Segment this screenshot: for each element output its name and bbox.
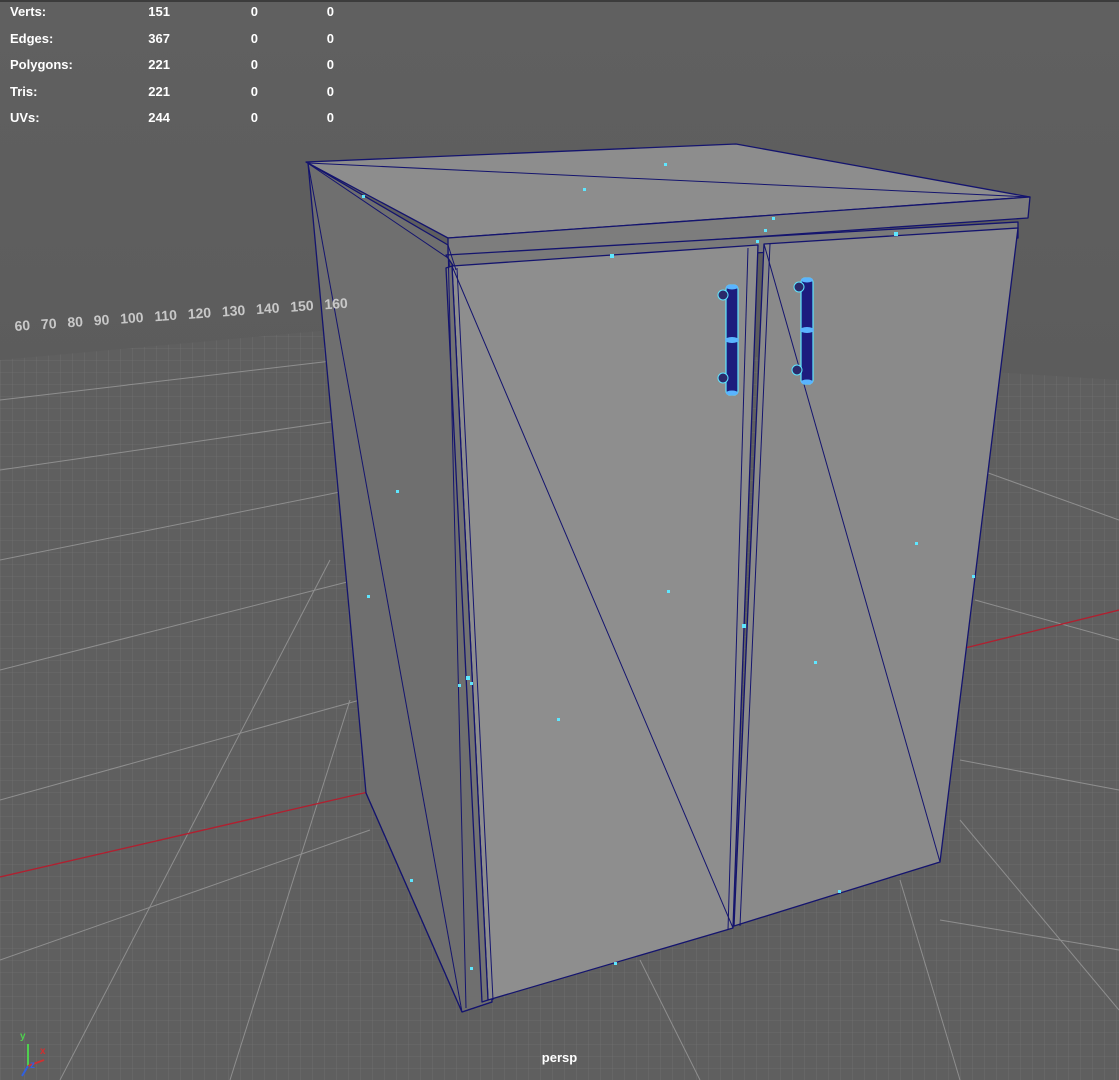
hud-value: 0 [326,83,334,99]
hud-label: Edges: [10,30,54,46]
hud-value: 0 [326,30,334,46]
axis-y-label: y [20,1031,26,1042]
camera-name-label: persp [541,1050,578,1065]
hud-value: 0 [250,30,258,46]
grid-label: 150 [289,297,315,315]
hud-value: 367 [148,30,170,46]
hud-value: 0 [326,4,334,19]
grid-label: 120 [187,304,212,322]
hud-value: 244 [148,110,170,126]
grid-label: 60 [14,316,31,334]
hud-value: 0 [326,57,334,73]
hud-label: Verts: [10,4,47,19]
viewport-scene[interactable] [0,0,1119,1080]
3d-viewport[interactable]: y x z 60 70 80 90 100 110 120 130 140 15… [0,0,1119,1080]
grid-label: 160 [323,294,349,313]
grid-label: 70 [40,315,58,333]
hud-value: 151 [148,4,170,19]
grid-label: 90 [93,311,110,329]
grid-label: 80 [66,313,84,331]
hud-label: UVs: [10,110,40,126]
grid-label: 140 [255,299,280,318]
grid-label: 130 [221,301,246,320]
hud-value: 0 [250,4,258,19]
hud-label: Tris: [10,83,38,99]
hud-value: 0 [250,57,258,73]
hud-label: Polygons: [10,57,73,73]
hud-value: 0 [250,110,258,126]
hud-value: 221 [148,83,170,99]
grid-label: 100 [119,308,145,327]
hud-value: 0 [250,83,258,99]
hud-value: 0 [326,110,334,126]
left-door [451,244,759,1001]
hud-value: 221 [148,57,170,73]
grid-label: 110 [153,306,178,325]
